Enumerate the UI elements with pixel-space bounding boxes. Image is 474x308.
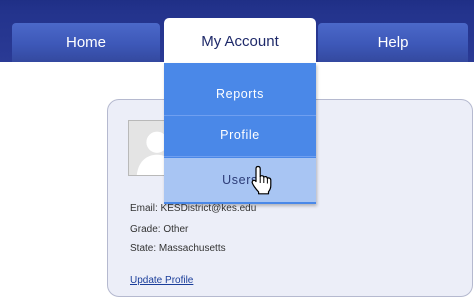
- menu-item-users-label: Users: [222, 173, 258, 187]
- grade-text: Grade: Other: [130, 224, 189, 235]
- tab-help-label: Help: [377, 34, 409, 51]
- email-text: Email: KESDistrict@kes.edu: [130, 203, 257, 214]
- menu-divider: [164, 156, 316, 157]
- state-text: State: Massachusetts: [130, 243, 226, 254]
- tab-my-account[interactable]: My Account: [164, 18, 316, 64]
- update-profile-link[interactable]: Update Profile: [130, 275, 193, 286]
- menu-item-reports-label: Reports: [216, 86, 264, 101]
- menu-item-profile-label: Profile: [220, 127, 260, 142]
- menu-item-users[interactable]: Users: [164, 158, 316, 202]
- my-account-dropdown: Reports Profile Users: [164, 63, 316, 204]
- page: Home My Account Help Email: KESDistrict@…: [0, 0, 474, 308]
- tab-home-label: Home: [65, 34, 106, 51]
- tab-my-account-label: My Account: [201, 32, 279, 50]
- menu-item-profile[interactable]: Profile: [164, 115, 316, 154]
- tab-help[interactable]: Help: [318, 23, 468, 62]
- tab-home[interactable]: Home: [12, 23, 160, 62]
- menu-item-reports[interactable]: Reports: [164, 74, 316, 113]
